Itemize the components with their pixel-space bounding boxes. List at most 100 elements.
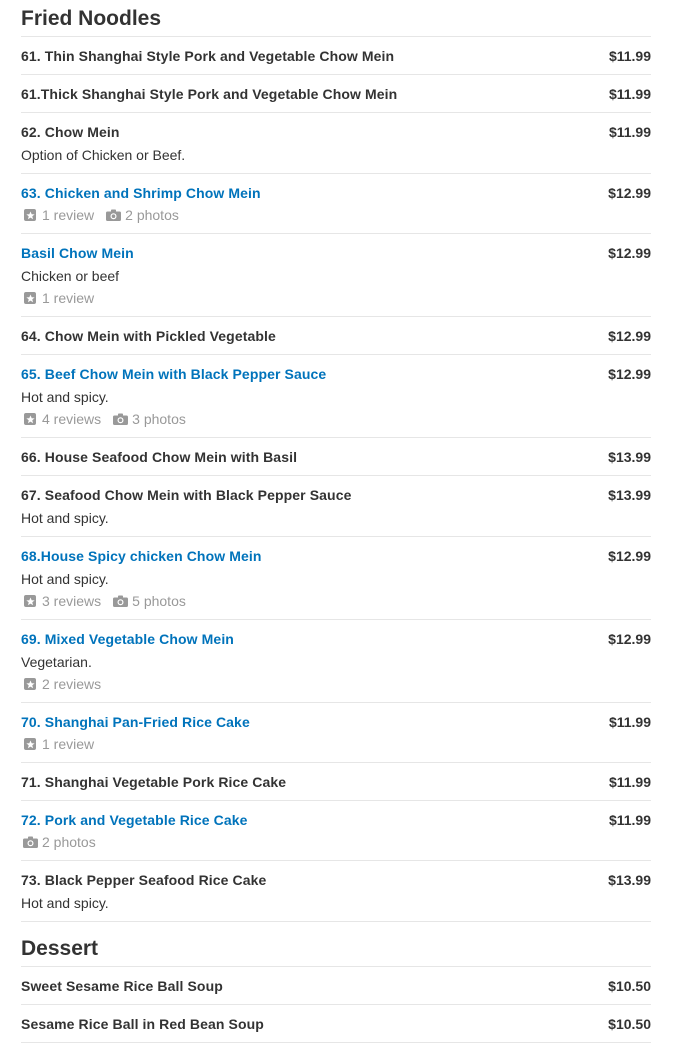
menu-item-meta: 1 review 2 photos xyxy=(21,206,651,224)
menu-item-name: 71. Shanghai Vegetable Pork Rice Cake xyxy=(21,774,287,790)
menu-item-header: 64. Chow Mein with Pickled Vegetable $12.… xyxy=(21,327,651,345)
star-icon xyxy=(24,292,36,304)
menu-item-link[interactable]: 69. Mixed Vegetable Chow Mein xyxy=(21,630,234,648)
menu-item-price: $11.99 xyxy=(608,714,651,730)
menu-item-header: 66. House Seafood Chow Mein with Basil $1… xyxy=(21,448,651,466)
menu-item-meta: 1 review xyxy=(21,735,651,753)
menu-item-header: 70. Shanghai Pan-Fried Rice Cake $11.99 xyxy=(21,713,651,731)
menu-item-price: $13.99 xyxy=(608,487,651,503)
menu-item-meta: 2 photos xyxy=(21,833,651,851)
menu-item-description: Vegetarian. xyxy=(21,654,92,670)
menu-item[interactable]: 65. Beef Chow Mein with Black Pepper Sau… xyxy=(21,355,651,438)
menu-item-name: 64. Chow Mein with Pickled Vegetable xyxy=(21,328,276,344)
menu-item-link[interactable]: 65. Beef Chow Mein with Black Pepper Sau… xyxy=(21,365,326,383)
menu-item: 73. Black Pepper Seafood Rice Cake $13.99… xyxy=(21,861,651,922)
menu-item[interactable]: Basil Chow Mein $12.99 Chicken or beef 1 re… xyxy=(21,234,651,317)
photo-count: 3 photos xyxy=(132,411,186,427)
menu-item-header: Sesame Rice Ball in Red Bean Soup $10.50 xyxy=(21,1015,651,1033)
review-count: 4 reviews xyxy=(42,411,102,427)
menu-item[interactable]: 69. Mixed Vegetable Chow Mein $12.99 Veget… xyxy=(21,620,651,703)
photos-link[interactable]: 2 photos xyxy=(106,206,179,224)
camera-icon xyxy=(106,209,125,221)
menu-item: 61.Thick Shanghai Style Pork and Vegetab… xyxy=(21,75,651,113)
menu-item-price: $11.99 xyxy=(608,774,651,790)
menu-item-header: Sweet Sesame Rice Ball Soup $10.50 xyxy=(21,977,651,995)
menu-item-description: Hot and spicy. xyxy=(21,895,109,911)
menu-section-dessert: Dessert Sweet Sesame Rice Ball Soup $10.50… xyxy=(21,930,651,1043)
menu-item-price: $11.99 xyxy=(608,812,651,828)
menu-item-name: Sesame Rice Ball in Red Bean Soup xyxy=(21,1016,264,1032)
photos-link[interactable]: 3 photos xyxy=(113,410,186,428)
photo-count: 2 photos xyxy=(42,834,96,850)
reviews-link[interactable]: 1 review xyxy=(21,735,94,753)
menu-item-price: $12.99 xyxy=(608,328,651,344)
menu-item-link[interactable]: 63. Chicken and Shrimp Chow Mein xyxy=(21,184,261,202)
menu-item-name: 66. House Seafood Chow Mein with Basil xyxy=(21,449,298,465)
photo-count: 2 photos xyxy=(125,207,179,223)
photos-link[interactable]: 5 photos xyxy=(113,592,186,610)
menu-item-header: 61. Thin Shanghai Style Pork and Vegetab… xyxy=(21,47,651,65)
menu-item: Sweet Sesame Rice Ball Soup $10.50 xyxy=(21,967,651,1005)
reviews-link[interactable]: 3 reviews xyxy=(21,592,101,610)
menu-item-price: $13.99 xyxy=(608,449,651,465)
menu-item-link[interactable]: 70. Shanghai Pan-Fried Rice Cake xyxy=(21,713,250,731)
menu-item-header: 63. Chicken and Shrimp Chow Mein $12.99 xyxy=(21,184,651,202)
photos-link[interactable]: 2 photos xyxy=(21,833,96,851)
reviews-link[interactable]: 1 review xyxy=(21,206,94,224)
menu-item-header: 67. Seafood Chow Mein with Black Pepper … xyxy=(21,486,651,504)
menu-item-header: 72. Pork and Vegetable Rice Cake $11.99 xyxy=(21,811,651,829)
menu-item-header: 68.House Spicy chicken Chow Mein $12.99 xyxy=(21,547,651,565)
menu-item-header: 69. Mixed Vegetable Chow Mein $12.99 xyxy=(21,630,651,648)
menu-item[interactable]: 63. Chicken and Shrimp Chow Mein $12.99 1 … xyxy=(21,174,651,234)
menu-item-price: $10.50 xyxy=(608,978,651,994)
menu-item-header: 61.Thick Shanghai Style Pork and Vegetab… xyxy=(21,85,651,103)
star-icon xyxy=(24,209,36,221)
reviews-link[interactable]: 1 review xyxy=(21,289,94,307)
menu-item-meta: 3 reviews 5 photos xyxy=(21,592,651,610)
menu-item-name: 61. Thin Shanghai Style Pork and Vegetab… xyxy=(21,48,395,64)
menu-item: 64. Chow Mein with Pickled Vegetable $12.… xyxy=(21,317,651,355)
menu-item: 67. Seafood Chow Mein with Black Pepper … xyxy=(21,476,651,537)
menu-item-description: Hot and spicy. xyxy=(21,389,109,405)
menu-item-description: Option of Chicken or Beef. xyxy=(21,147,186,163)
menu-item[interactable]: 68.House Spicy chicken Chow Mein $12.99 Ho… xyxy=(21,537,651,620)
photo-count: 5 photos xyxy=(132,593,186,609)
star-icon xyxy=(24,413,36,425)
star-icon xyxy=(24,738,36,750)
menu-item[interactable]: 70. Shanghai Pan-Fried Rice Cake $11.99 1 … xyxy=(21,703,651,763)
review-count: 2 reviews xyxy=(42,676,102,692)
camera-icon xyxy=(113,595,132,607)
menu-item-price: $12.99 xyxy=(608,245,651,261)
menu-item-price: $12.99 xyxy=(608,366,651,382)
menu-item-name: 73. Black Pepper Seafood Rice Cake xyxy=(21,872,267,888)
star-icon xyxy=(24,595,36,607)
menu-item-name: Sweet Sesame Rice Ball Soup xyxy=(21,978,223,994)
camera-icon xyxy=(23,836,42,848)
reviews-link[interactable]: 2 reviews xyxy=(21,675,101,693)
star-icon xyxy=(24,678,36,690)
menu-item: Sesame Rice Ball in Red Bean Soup $10.50 xyxy=(21,1005,651,1043)
menu-item-header: 62. Chow Mein $11.99 xyxy=(21,123,651,141)
menu-item-meta: 2 reviews xyxy=(21,675,651,693)
menu-item-name: 61.Thick Shanghai Style Pork and Vegetab… xyxy=(21,86,398,102)
menu-item: 71. Shanghai Vegetable Pork Rice Cake $11… xyxy=(21,763,651,801)
menu-item[interactable]: 72. Pork and Vegetable Rice Cake $11.99 2 … xyxy=(21,801,651,861)
menu-item-price: $11.99 xyxy=(608,86,651,102)
menu-item: 61. Thin Shanghai Style Pork and Vegetab… xyxy=(21,37,651,75)
menu-item-description: Hot and spicy. xyxy=(21,510,109,526)
menu-item-link[interactable]: 68.House Spicy chicken Chow Mein xyxy=(21,547,262,565)
menu-item-header: 71. Shanghai Vegetable Pork Rice Cake $11… xyxy=(21,773,651,791)
camera-icon xyxy=(113,413,132,425)
menu-item-price: $13.99 xyxy=(608,872,651,888)
reviews-link[interactable]: 4 reviews xyxy=(21,410,101,428)
menu-item-description: Hot and spicy. xyxy=(21,571,109,587)
menu-item-price: $12.99 xyxy=(608,185,651,201)
menu-item: 62. Chow Mein $11.99 Option of Chicken or … xyxy=(21,113,651,174)
review-count: 1 review xyxy=(42,207,95,223)
menu-item-description: Chicken or beef xyxy=(21,268,120,284)
section-title: Fried Noodles xyxy=(21,0,651,37)
menu-item-price: $10.50 xyxy=(608,1016,651,1032)
menu-item-link[interactable]: 72. Pork and Vegetable Rice Cake xyxy=(21,811,248,829)
menu-item-name: 62. Chow Mein xyxy=(21,124,120,140)
menu-item-link[interactable]: Basil Chow Mein xyxy=(21,244,134,262)
